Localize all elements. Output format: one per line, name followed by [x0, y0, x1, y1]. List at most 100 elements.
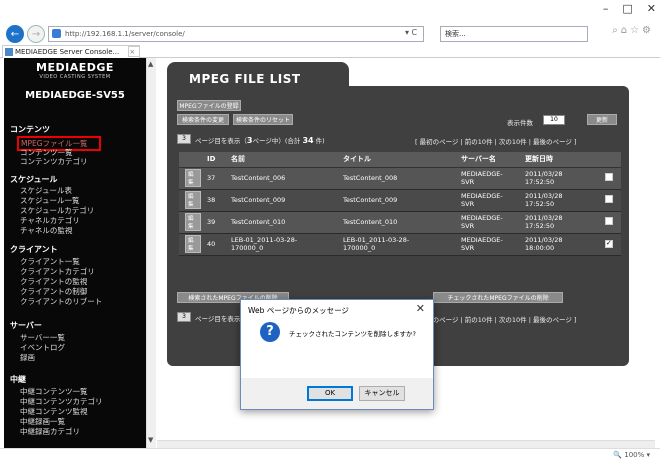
nav-section-server: サーバー — [10, 321, 42, 330]
title-cell: TestContent_008 — [337, 167, 455, 190]
status-bar: 🔍 100% ▾ — [0, 448, 660, 461]
nav-section-relay: 中継 — [10, 375, 26, 384]
reset-search-button[interactable]: 検索条件のリセット — [233, 114, 293, 125]
home-icon[interactable]: ⌂ — [621, 25, 630, 36]
sidebar-item-channel-monitor[interactable]: チャネルの監視 — [20, 225, 72, 236]
check-cell — [599, 211, 621, 234]
change-search-button[interactable]: 検索条件の変更 — [177, 114, 229, 125]
page-select-top[interactable]: 3 — [177, 134, 191, 144]
new-tab-button[interactable] — [128, 46, 140, 57]
sidebar-item-relay-recording-category[interactable]: 中継録画カテゴリ — [20, 426, 80, 437]
page-title: MPEG FILE LIST — [189, 72, 301, 86]
sidebar-item-client-reboot[interactable]: クライアントのリブート — [20, 296, 102, 307]
search-icon[interactable]: ⌕ — [612, 25, 621, 36]
scroll-up-icon[interactable]: ▲ — [148, 60, 153, 68]
scroll-down-icon[interactable]: ▼ — [148, 436, 153, 444]
star-icon[interactable]: ☆ — [630, 25, 642, 36]
dialog-message: チェックされたコンテンツを削除しますか? — [289, 330, 416, 338]
forward-button[interactable]: → — [27, 25, 45, 43]
row-checkbox[interactable] — [605, 173, 613, 181]
zoom-value: 100% — [624, 451, 645, 459]
table-row: 編集 37 TestContent_006 TestContent_008 MEDIAE… — [179, 167, 621, 190]
horizontal-scrollbar[interactable] — [157, 440, 655, 448]
search-input[interactable]: 検索... — [440, 26, 588, 42]
edit-cell: 編集 — [179, 233, 201, 256]
address-row: ← → http://192.168.1.1/server/console/ ▾… — [0, 22, 660, 44]
updated-cell: 2011/03/28 17:52:50 — [519, 189, 599, 212]
edit-button[interactable]: 編集 — [185, 191, 201, 209]
edit-button[interactable]: 編集 — [185, 213, 201, 231]
name-cell: TestContent_009 — [225, 189, 337, 212]
refresh-icon[interactable]: ▾ C — [405, 28, 417, 37]
register-mpeg-button[interactable]: MPEGファイルの登録 — [177, 100, 241, 111]
edit-button[interactable]: 編集 — [185, 235, 201, 253]
minimize-icon[interactable]: – — [603, 2, 609, 15]
close-window-icon[interactable]: ✕ — [647, 2, 656, 15]
edit-cell: 編集 — [179, 167, 201, 190]
edit-cell: 編集 — [179, 189, 201, 212]
check-cell — [599, 189, 621, 212]
check-cell — [599, 233, 621, 256]
edit-button[interactable]: 編集 — [185, 169, 201, 187]
update-button[interactable]: 更新 — [587, 114, 617, 125]
gear-icon[interactable]: ⚙ — [642, 25, 654, 36]
display-count-value: 10 — [550, 116, 558, 123]
col-title[interactable]: タイトル — [337, 152, 455, 168]
confirm-dialog: Web ページからのメッセージ ✕ ? チェックされたコンテンツを削除しますか?… — [240, 299, 434, 410]
vertical-scrollbar[interactable]: ▲ ▼ — [146, 58, 156, 448]
page-select-value: 3 — [182, 135, 186, 142]
display-count-select[interactable]: 10 — [543, 115, 565, 125]
server-cell: MEDIAEDGE- SVR — [455, 233, 519, 256]
brand: MEDIAEDGE VIDEO CASTING SYSTEM MEDIAEDGE… — [4, 58, 146, 101]
display-count-label: 表示件数 — [507, 119, 533, 127]
col-server[interactable]: サーバー名 — [455, 152, 519, 168]
tab-title: MEDIAEDGE Server Console... — [15, 48, 120, 56]
row-checkbox[interactable] — [605, 217, 613, 225]
browser-tab[interactable]: MEDIAEDGE Server Console... × — [2, 45, 141, 58]
col-updated[interactable]: 更新日時 — [519, 152, 599, 168]
dialog-title: Web ページからのメッセージ — [248, 306, 349, 315]
check-cell — [599, 167, 621, 190]
id-cell: 39 — [201, 211, 225, 234]
ok-button[interactable]: OK — [307, 386, 353, 401]
delete-checked-button[interactable]: チェックされたMPEGファイルの削除 — [433, 292, 563, 303]
col-id[interactable]: ID — [201, 152, 225, 168]
row-checkbox[interactable] — [605, 239, 613, 248]
question-icon: ? — [260, 322, 280, 342]
page-info-mid: ページ中）(合計 — [252, 137, 301, 145]
col-check — [599, 152, 621, 168]
server-cell: MEDIAEDGE- SVR — [455, 211, 519, 234]
table-header-row: ID 名前 タイトル サーバー名 更新日時 — [179, 152, 621, 168]
maximize-icon[interactable]: □ — [622, 2, 632, 15]
address-bar[interactable]: http://192.168.1.1/server/console/ — [48, 26, 424, 42]
dialog-close-icon[interactable]: ✕ — [416, 302, 425, 315]
col-name[interactable]: 名前 — [225, 152, 337, 168]
title-cell: LEB-01_2011-03-28- 170000_0 — [337, 233, 455, 256]
title-cell: TestContent_009 — [337, 189, 455, 212]
pager-top[interactable]: [ 最初のページ | 前の10件 | 次の10件 | 最後のページ ] — [415, 136, 576, 146]
page-info-suffix: 件) — [315, 137, 325, 145]
total-count: 34 — [302, 136, 314, 145]
updated-cell: 2011/03/28 17:52:50 — [519, 167, 599, 190]
name-cell: TestContent_010 — [225, 211, 337, 234]
tab-bar: MEDIAEDGE Server Console... × — [0, 44, 660, 58]
back-button[interactable]: ← — [6, 25, 24, 43]
pager-bottom[interactable]: [ 最初のページ | 前の10件 | 次の10件 | 最後のページ ] — [415, 314, 576, 324]
page-favicon-icon — [52, 29, 61, 38]
page-select-bottom[interactable]: 3 — [177, 312, 191, 322]
page-info-prefix: ページ目を表示（ — [195, 137, 247, 145]
table-row: 編集 38 TestContent_009 TestContent_009 MEDIAE… — [179, 189, 621, 212]
browser-titlebar: – □ ✕ — [0, 0, 660, 22]
server-cell: MEDIAEDGE- SVR — [455, 167, 519, 190]
zoom-level[interactable]: 🔍 100% ▾ — [613, 451, 650, 459]
table-row: 編集 40 LEB-01_2011-03-28- 170000_0 LEB-01_20… — [179, 233, 621, 256]
title-cell: TestContent_010 — [337, 211, 455, 234]
row-checkbox[interactable] — [605, 195, 613, 203]
sidebar-item-content-category[interactable]: コンテンツカテゴリ — [20, 156, 88, 167]
id-cell: 38 — [201, 189, 225, 212]
brand-tagline: VIDEO CASTING SYSTEM — [39, 74, 111, 80]
table-row: 編集 39 TestContent_010 TestContent_010 MEDIAE… — [179, 211, 621, 234]
page-info-top: ページ目を表示（3ページ中）(合計 34 件) — [195, 135, 325, 145]
cancel-button[interactable]: キャンセル — [359, 386, 405, 401]
sidebar-item-recording[interactable]: 録画 — [20, 352, 35, 363]
